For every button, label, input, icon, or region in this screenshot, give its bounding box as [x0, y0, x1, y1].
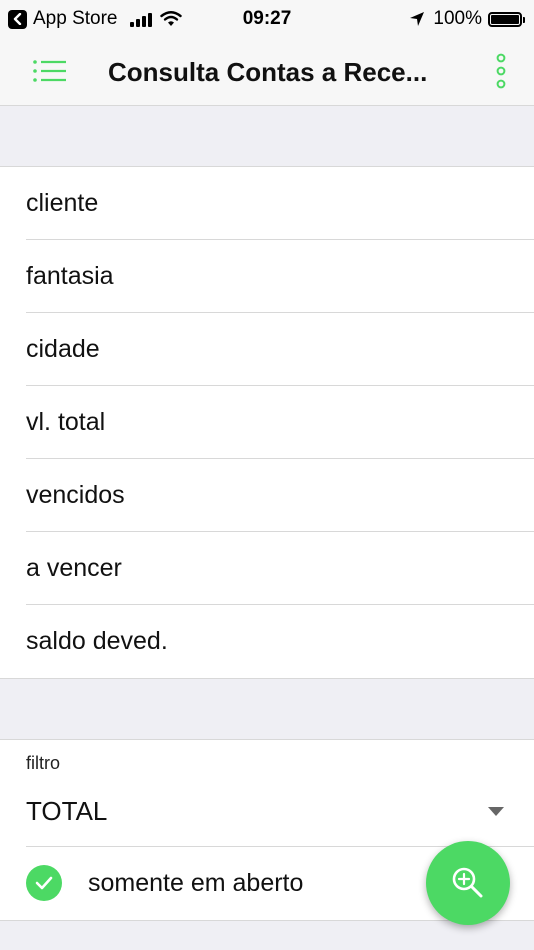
caret-down-icon — [488, 807, 504, 816]
filter-label: filtro — [26, 753, 61, 773]
menu-list-icon — [33, 60, 66, 82]
checkbox-label: somente em aberto — [88, 869, 304, 897]
status-bar-right: 100% — [409, 8, 525, 30]
list-item-a-vencer[interactable]: a vencer — [0, 532, 534, 605]
checkbox-checked-icon[interactable] — [26, 865, 62, 901]
list-item-fantasia[interactable]: fantasia — [0, 240, 534, 313]
list-item-label: a vencer — [26, 554, 122, 582]
menu-button[interactable] — [30, 56, 70, 86]
more-options-button[interactable] — [486, 52, 516, 92]
list-item-label: saldo deved. — [26, 627, 168, 655]
navigation-bar: Consulta Contas a Rece... — [0, 38, 534, 106]
list-item-label: cidade — [26, 335, 100, 363]
filter-select[interactable]: TOTAL — [0, 780, 534, 846]
list-item-vencidos[interactable]: vencidos — [0, 459, 534, 532]
list-item-saldo-deved[interactable]: saldo deved. — [0, 605, 534, 678]
zoom-in-icon — [452, 867, 483, 898]
list-item-label: fantasia — [26, 262, 114, 290]
battery-icon — [488, 11, 525, 27]
page-title: Consulta Contas a Rece... — [108, 57, 428, 87]
open-only-checkbox-row[interactable]: somente em aberto — [0, 847, 400, 919]
more-vertical-icon — [496, 53, 506, 89]
list-item-label: vencidos — [26, 481, 125, 509]
search-fab-button[interactable] — [426, 841, 510, 925]
list-item-label: cliente — [26, 189, 99, 217]
status-bar: App Store 09:27 100% — [0, 0, 534, 38]
checkmark-icon — [35, 876, 53, 890]
list-item-cidade[interactable]: cidade — [0, 313, 534, 386]
field-list: cliente fantasia cidade vl. total vencid… — [0, 166, 534, 679]
list-item-cliente[interactable]: cliente — [0, 167, 534, 240]
list-item-vl-total[interactable]: vl. total — [0, 386, 534, 459]
battery-percent: 100% — [433, 8, 482, 29]
filter-selected-value: TOTAL — [26, 796, 108, 826]
list-item-label: vl. total — [26, 408, 106, 436]
location-arrow-icon — [410, 12, 425, 26]
